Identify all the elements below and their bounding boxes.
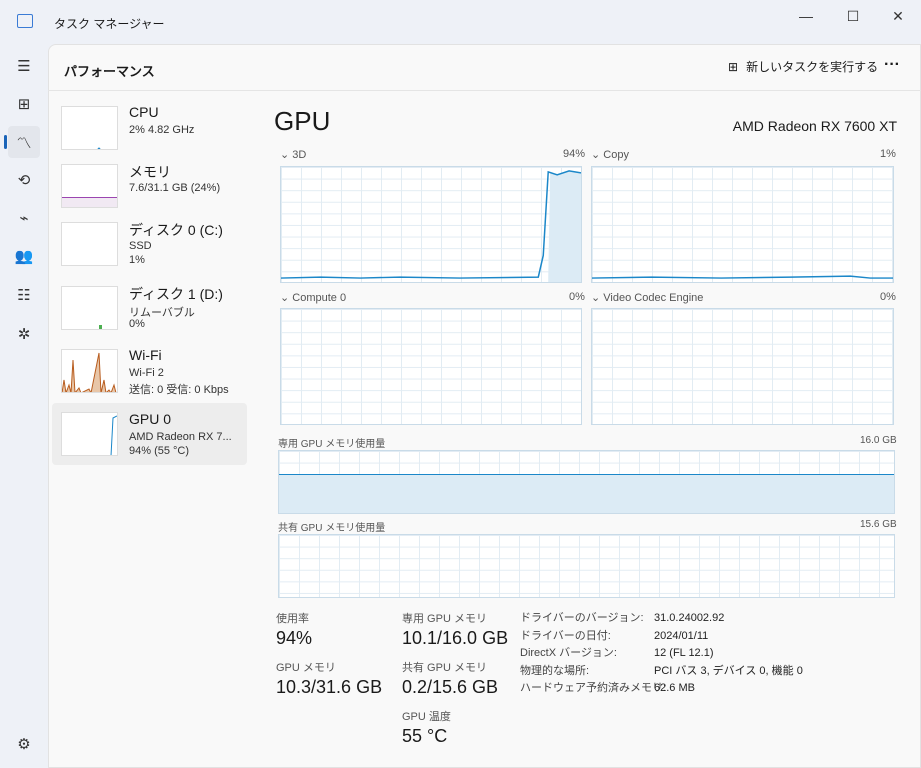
- shared-gpu-memory-value: 0.2/15.6 GB: [402, 677, 499, 697]
- gpu-temperature-label: GPU 温度: [402, 711, 451, 723]
- dedicated-gpu-memory-label: 専用 GPU メモリ: [402, 613, 487, 625]
- disk0-thumbnail: [61, 222, 118, 266]
- more-options-button[interactable]: ···: [884, 56, 900, 74]
- graph-copy: [591, 166, 894, 283]
- gpu-memory-label: GPU メモリ: [276, 662, 336, 674]
- sidebar-item-gpu-0[interactable]: GPU 0 AMD Radeon RX 7... 94% (55 °C): [52, 403, 247, 465]
- engine-compute-selector[interactable]: ⌄ Compute 0: [280, 291, 346, 304]
- cpu-thumbnail: [61, 106, 118, 150]
- gpu-temperature-value: 55 °C: [402, 726, 448, 746]
- sidebar-item-memory[interactable]: メモリ 7.6/31.1 GB (24%): [52, 160, 247, 222]
- gpu-thumbnail: [61, 412, 118, 456]
- sidebar-item-cpu[interactable]: CPU 2% 4.82 GHz: [52, 102, 247, 164]
- shared-gpu-memory-label: 共有 GPU メモリ: [402, 662, 487, 674]
- page-title: パフォーマンス: [64, 64, 155, 79]
- minimize-button[interactable]: —: [783, 0, 829, 32]
- performance-icon[interactable]: 〽: [4, 126, 40, 158]
- app-history-icon[interactable]: ⟲: [8, 164, 40, 196]
- startup-apps-icon[interactable]: ⌁: [8, 202, 40, 234]
- engine-video-selector[interactable]: ⌄ Video Codec Engine: [591, 291, 703, 304]
- dedicated-gpu-memory-value: 10.1/16.0 GB: [402, 628, 509, 648]
- disk1-thumbnail: [61, 286, 118, 330]
- graph-3d: [280, 166, 582, 283]
- engine-3d-value: 94%: [563, 148, 586, 160]
- engine-compute-value: 0%: [569, 291, 585, 303]
- maximize-button[interactable]: ☐: [830, 0, 876, 32]
- gpu-model: AMD Radeon RX 7600 XT: [732, 118, 897, 134]
- engine-3d-selector[interactable]: ⌄ 3D: [280, 148, 306, 161]
- users-icon[interactable]: 👥: [8, 240, 40, 272]
- hamburger-menu-icon[interactable]: ☰: [8, 50, 40, 82]
- gpu-memory-value: 10.3/31.6 GB: [276, 677, 383, 697]
- app-title: タスク マネージャー: [54, 17, 165, 31]
- dedicated-memory-max: 16.0 GB: [860, 435, 897, 446]
- memory-thumbnail: [61, 164, 118, 208]
- wifi-thumbnail: [61, 349, 118, 393]
- graph-video-codec: [591, 308, 894, 425]
- engine-copy-value: 1%: [880, 148, 896, 160]
- processes-icon[interactable]: ⊞: [8, 88, 40, 120]
- graph-shared-memory: [278, 534, 895, 598]
- shared-memory-max: 15.6 GB: [860, 519, 897, 530]
- run-new-task-button[interactable]: ⊞ 新しいタスクを実行する: [728, 58, 878, 75]
- shared-memory-label: 共有 GPU メモリ使用量: [278, 523, 386, 534]
- gpu-heading: GPU: [274, 106, 331, 136]
- details-icon[interactable]: ☷: [8, 279, 40, 311]
- graph-compute: [280, 308, 582, 425]
- app-icon: [17, 14, 33, 28]
- utilization-label: 使用率: [276, 613, 309, 625]
- sidebar-item-wifi[interactable]: Wi-Fi Wi-Fi 2 送信: 0 受信: 0 Kbps: [52, 345, 247, 407]
- dedicated-memory-label: 専用 GPU メモリ使用量: [278, 439, 386, 450]
- settings-icon[interactable]: ⚙: [8, 728, 40, 760]
- sidebar-item-disk-0[interactable]: ディスク 0 (C:) SSD 1%: [52, 218, 247, 280]
- engine-copy-selector[interactable]: ⌄ Copy: [591, 148, 629, 161]
- driver-values: 31.0.24002.92 2024/01/11 12 (FL 12.1) PC…: [654, 612, 803, 694]
- dedicated-memory-fill: [279, 473, 894, 513]
- graph-dedicated-memory: [278, 450, 895, 514]
- sidebar-item-disk-1[interactable]: ディスク 1 (D:) リムーバブル 0%: [52, 282, 247, 344]
- utilization-value: 94%: [276, 628, 313, 648]
- new-task-icon: ⊞: [728, 59, 739, 74]
- driver-details: ドライバーのバージョン: ドライバーの日付: DirectX バージョン: 物理…: [520, 612, 667, 694]
- close-button[interactable]: ✕: [875, 0, 921, 32]
- services-icon[interactable]: ✲: [8, 318, 40, 350]
- engine-video-value: 0%: [880, 291, 896, 303]
